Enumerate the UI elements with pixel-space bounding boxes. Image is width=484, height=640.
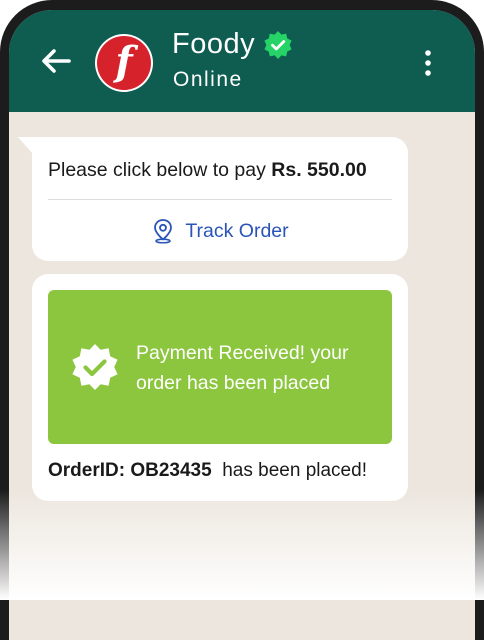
contact-name: Foody [172,28,255,61]
track-order-label: Track Order [185,220,288,243]
payment-request-text: Please click below to pay Rs. 550.00 [48,159,367,182]
back-button[interactable] [39,44,73,78]
location-pin-icon [151,218,175,244]
arrow-left-icon [39,44,73,78]
avatar[interactable]: f [95,34,153,92]
payment-received-card: Payment Received! your order has been pl… [48,290,392,444]
pay-amount: Rs. 550.00 [271,159,366,181]
payment-request-message: Please click below to pay Rs. 550.00 Tra… [32,137,408,261]
phone-frame: f Foody Online P [0,0,484,640]
order-status-line: OrderID: OB23435 has been placed! [48,460,367,482]
bubble-tail [18,137,32,153]
chat-screen: f Foody Online P [9,10,475,640]
order-id: OrderID: OB23435 [48,460,212,481]
check-badge-icon [70,342,120,392]
more-vertical-icon [413,48,443,78]
logo-letter: f [115,42,132,82]
message-divider [48,199,392,200]
order-status-suffix: has been placed! [212,460,367,481]
track-order-button[interactable]: Track Order [32,209,408,253]
payment-received-text: Payment Received! your order has been pl… [136,338,381,398]
more-options-button[interactable] [413,48,443,78]
chat-header: f Foody Online [9,10,475,112]
foody-logo: f [97,36,151,90]
contact-title-row[interactable]: Foody [172,28,293,61]
verified-badge-icon [263,30,293,60]
contact-status: Online [173,68,243,92]
pay-prompt: Please click below to pay [48,159,271,181]
order-confirmation-message: Payment Received! your order has been pl… [32,274,408,501]
